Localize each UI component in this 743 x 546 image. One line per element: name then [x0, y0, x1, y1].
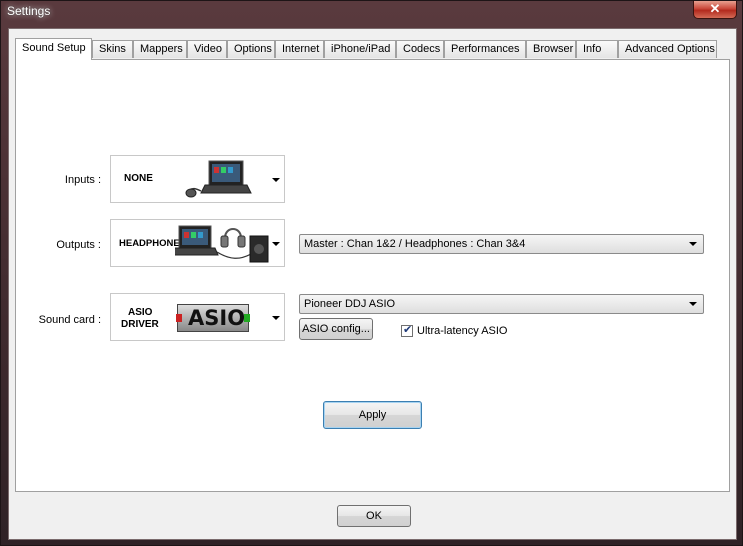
tab-skins[interactable]: Skins — [92, 40, 133, 58]
inputs-dropdown-arrow-icon — [272, 178, 280, 182]
inputs-label: Inputs : — [64, 174, 101, 186]
asio-logo-icon: ASIO — [176, 304, 250, 332]
sound-setup-panel: Inputs : NONE Outputs : HEADPHONES Maste… — [15, 59, 730, 492]
tab-codecs[interactable]: Codecs — [396, 40, 444, 58]
soundcard-dropdown-arrow-icon — [272, 316, 280, 320]
checkmark-icon: ✔ — [403, 324, 413, 336]
soundcard-selector[interactable]: ASIO DRIVER ASIO — [110, 293, 285, 341]
ok-button[interactable]: OK — [337, 505, 411, 527]
outputs-selector[interactable]: HEADPHONES — [110, 219, 285, 267]
tab-sound-setup[interactable]: Sound Setup — [15, 38, 92, 60]
tab-iphone-ipad[interactable]: iPhone/iPad — [324, 40, 396, 58]
asio-config-button[interactable]: ASIO config... — [299, 318, 373, 340]
tab-performances[interactable]: Performances — [444, 40, 526, 58]
tab-mappers[interactable]: Mappers — [133, 40, 187, 58]
outputs-dropdown-arrow-icon — [272, 242, 280, 246]
inputs-selector[interactable]: NONE — [110, 155, 285, 203]
tab-options[interactable]: Options — [227, 40, 275, 58]
ultra-latency-checkbox[interactable]: ✔ — [401, 324, 413, 337]
audio-device-dropdown[interactable]: Pioneer DDJ ASIO — [299, 294, 704, 314]
soundcard-choice-line2: DRIVER — [121, 319, 159, 330]
laptop-input-icon — [185, 160, 252, 198]
tab-browser[interactable]: Browser — [526, 40, 576, 58]
ultra-latency-label: Ultra-latency ASIO — [417, 325, 508, 337]
tab-internet[interactable]: Internet — [275, 40, 324, 58]
close-icon: ✕ — [709, 1, 721, 16]
tab-video[interactable]: Video — [187, 40, 227, 58]
channel-routing-dropdown[interactable]: Master : Chan 1&2 / Headphones : Chan 3&… — [299, 234, 704, 254]
channel-routing-chevron-down-icon — [689, 242, 697, 246]
laptop-headphones-speaker-icon — [175, 225, 269, 263]
audio-device-value: Pioneer DDJ ASIO — [304, 298, 396, 310]
dialog-body: Sound Setup Skins Mappers Video Options … — [8, 28, 737, 540]
audio-device-chevron-down-icon — [689, 302, 697, 306]
inputs-choice-text: NONE — [124, 173, 153, 184]
title-bar[interactable]: Settings ✕ — [1, 1, 742, 23]
channel-routing-value: Master : Chan 1&2 / Headphones : Chan 3&… — [304, 238, 526, 250]
tab-info[interactable]: Info — [576, 40, 618, 58]
settings-window: Settings ✕ Sound Setup Skins Mappers Vid… — [0, 0, 743, 546]
close-button[interactable]: ✕ — [693, 1, 737, 19]
soundcard-label: Sound card : — [38, 314, 101, 326]
tab-advanced-options[interactable]: Advanced Options — [618, 40, 717, 58]
soundcard-choice-line1: ASIO — [128, 307, 153, 318]
apply-button[interactable]: Apply — [323, 401, 422, 429]
outputs-label: Outputs : — [56, 239, 101, 251]
window-title: Settings — [7, 4, 51, 18]
